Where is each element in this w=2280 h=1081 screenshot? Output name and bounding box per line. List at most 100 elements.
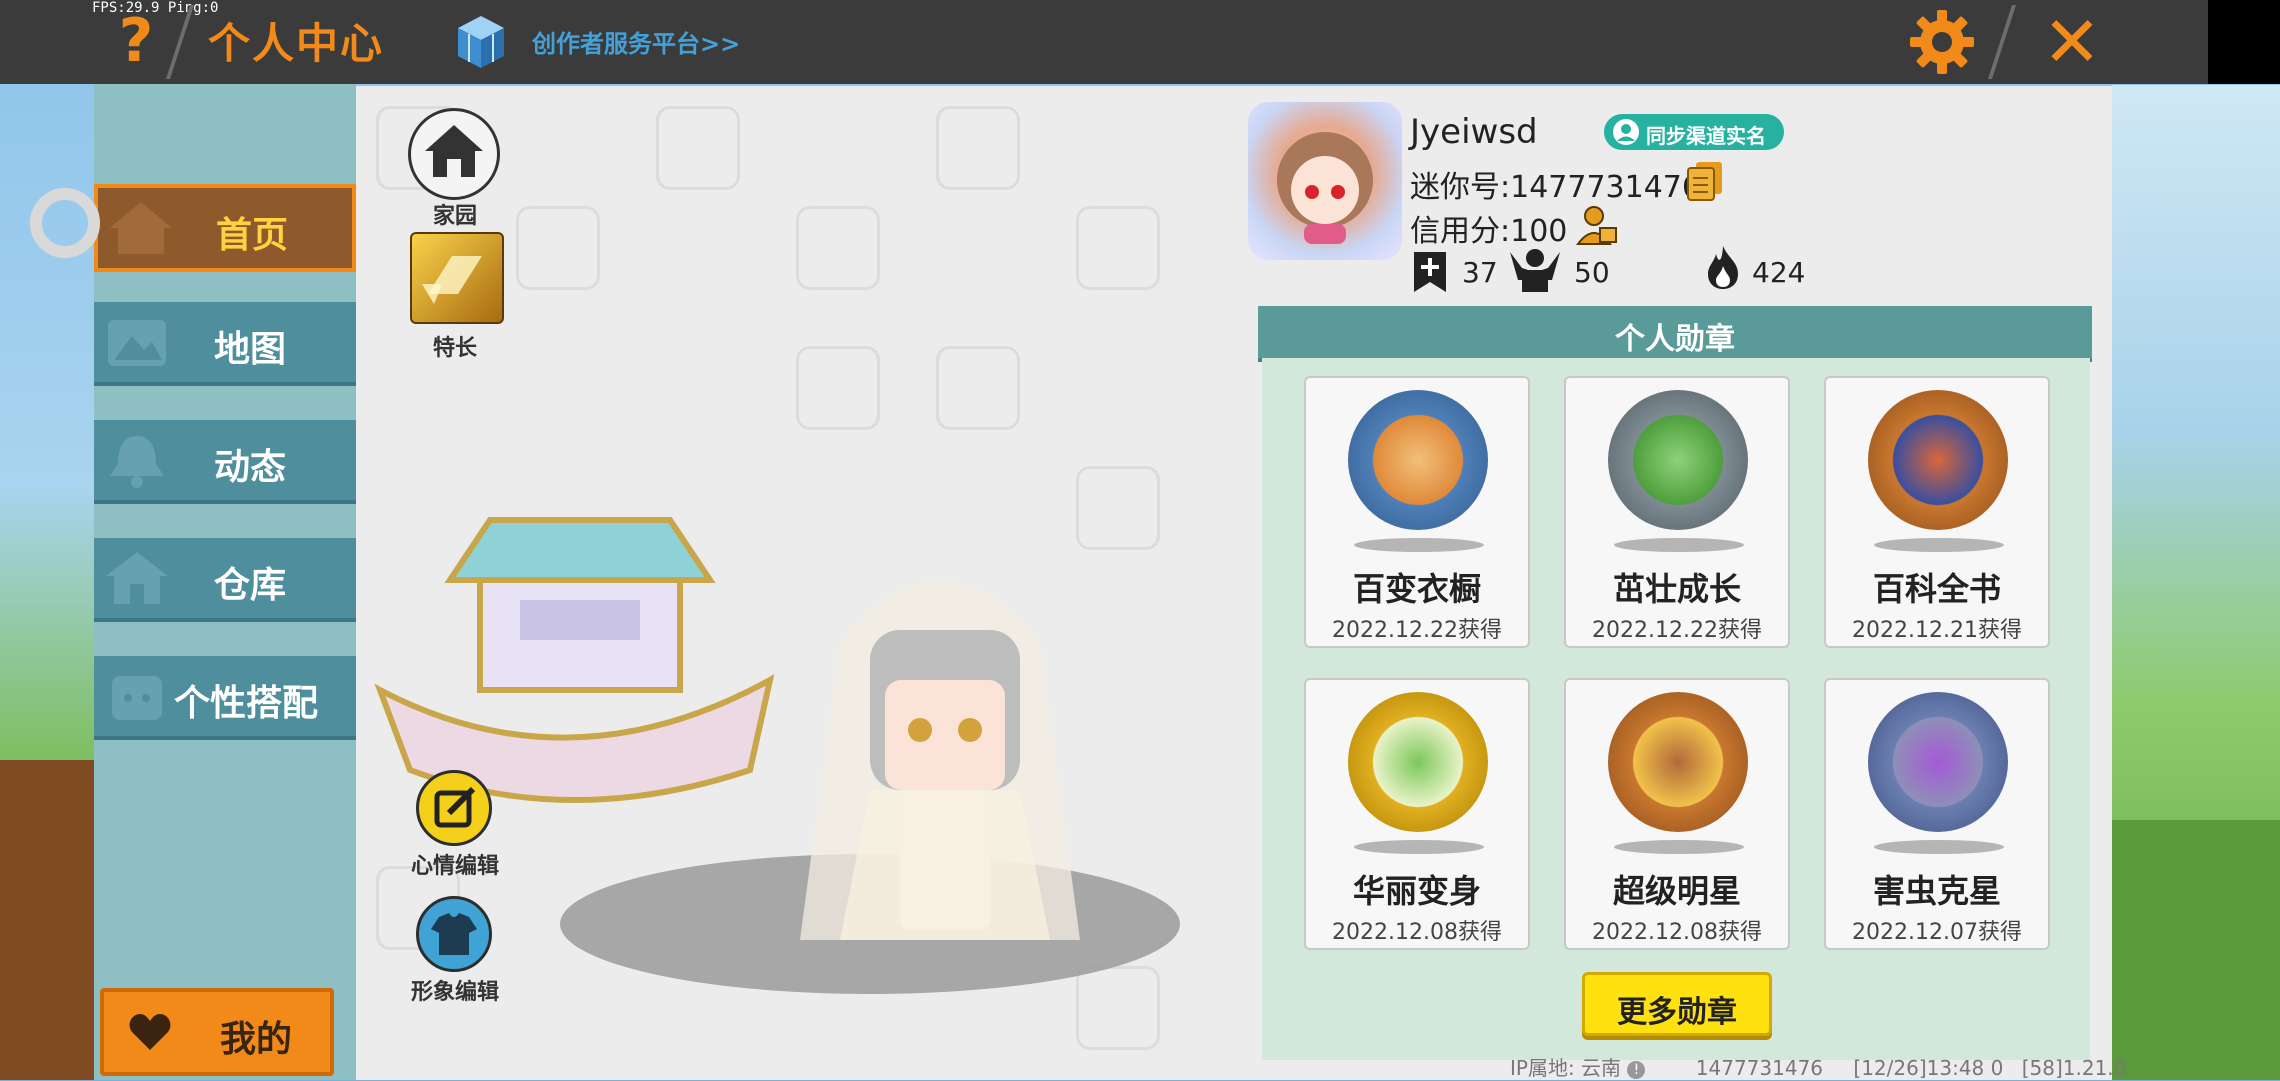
footer-id: 1477731476 <box>1695 1056 1824 1080</box>
shirt-icon <box>431 913 477 955</box>
boat-pavilion-mount <box>374 517 775 803</box>
specialty-button[interactable] <box>410 232 504 324</box>
footer-time: [12/26]13:48 0 <box>1853 1056 2004 1080</box>
badge-name: 害虫克星 <box>1872 872 2001 910</box>
sidebar-item-label: 动态 <box>214 447 287 488</box>
sidebar-item-label: 个性搭配 <box>174 683 319 724</box>
user-check-icon <box>1613 119 1639 145</box>
creator-platform-link[interactable]: 创作者服务平台>> <box>532 24 740 59</box>
info-icon[interactable]: ! <box>1627 1060 1646 1079</box>
medal-shadow <box>1614 840 1744 854</box>
bg-pattern-tile <box>1076 206 1160 290</box>
bookmark-icon <box>1414 252 1446 292</box>
sidebar-item-warehouse[interactable]: 仓库 <box>94 538 356 622</box>
avatar-portrait <box>1277 132 1373 244</box>
house-icon <box>106 552 168 604</box>
bg-pattern-tile <box>516 206 600 290</box>
badge-date: 2022.12.22获得 <box>1592 618 1762 643</box>
heat-count: 424 <box>1752 256 1806 289</box>
badge-name: 超级明星 <box>1612 872 1741 910</box>
credit-score: 信用分:100 <box>1410 214 1568 249</box>
creator-cube-icon[interactable] <box>456 14 506 70</box>
mood-edit-button[interactable] <box>416 770 492 846</box>
avatar-icon <box>112 676 162 720</box>
ip-location: IP属地: 云南 <box>1510 1056 1622 1080</box>
help-button[interactable]: ? <box>112 6 160 76</box>
edit-icon <box>434 786 476 828</box>
encyclopedia-badge-icon <box>1868 390 2008 530</box>
badge-date: 2022.12.08获得 <box>1592 920 1762 945</box>
username: Jyeiwsd <box>1410 112 1538 152</box>
transformation-badge-icon <box>1348 692 1488 832</box>
bg-pattern-tile <box>936 106 1020 190</box>
badge-card[interactable]: 华丽变身 2022.12.08获得 <box>1304 678 1530 950</box>
home-icon <box>110 202 172 254</box>
bg-pattern-tile <box>936 346 1020 430</box>
close-button[interactable]: ✕ <box>2036 6 2108 78</box>
specialty-label: 特长 <box>432 336 477 361</box>
footer-version: [58]1.21.0 <box>2021 1056 2127 1080</box>
bg-pattern-tile <box>796 206 880 290</box>
bookmark-count: 37 <box>1462 256 1498 289</box>
sidebar-item-label: 地图 <box>214 329 287 370</box>
badge-card[interactable]: 害虫克星 2022.12.07获得 <box>1824 678 2050 950</box>
fans-icon <box>1510 249 1560 292</box>
more-badges-label: 更多勋章 <box>1617 995 1737 1030</box>
background-grass <box>2112 820 2280 1080</box>
pest-buster-badge-icon <box>1868 692 2008 832</box>
sidebar-item-home[interactable]: 首页 <box>94 184 356 272</box>
home-icon <box>425 125 483 177</box>
badge-card[interactable]: 百科全书 2022.12.21获得 <box>1824 376 2050 648</box>
wardrobe-badge-icon <box>1348 390 1488 530</box>
badge-name: 百科全书 <box>1872 570 2001 608</box>
sidebar-item-mine[interactable]: 我的 <box>100 988 334 1076</box>
flame-icon <box>1708 246 1738 289</box>
bell-icon <box>110 436 164 488</box>
badge-card[interactable]: 茁壮成长 2022.12.22获得 <box>1564 376 1790 648</box>
bg-pattern-tile <box>796 346 880 430</box>
appearance-edit-button[interactable] <box>416 896 492 972</box>
mini-id: 迷你号:1477731476 <box>1410 170 1701 205</box>
sync-realname-label: 同步渠道实名 <box>1646 124 1766 148</box>
map-icon <box>108 320 166 366</box>
person-icon[interactable] <box>1576 204 1618 248</box>
sidebar-item-style[interactable]: 个性搭配 <box>94 656 356 740</box>
sidebar-item-label: 仓库 <box>214 565 287 606</box>
fans-count: 50 <box>1574 256 1610 289</box>
superstar-badge-icon <box>1608 692 1748 832</box>
appearance-edit-label: 形象编辑 <box>410 980 499 1005</box>
badges-title: 个人勋章 <box>1615 322 1735 357</box>
growth-badge-icon <box>1608 390 1748 530</box>
heart-icon <box>129 1014 171 1050</box>
floating-ring-button[interactable] <box>30 188 100 258</box>
page-title: 个人中心 <box>208 19 385 68</box>
badges-header: 个人勋章 <box>1258 306 2092 362</box>
mood-edit-label: 心情编辑 <box>410 854 499 879</box>
medal-shadow <box>1874 538 2004 552</box>
avatar[interactable] <box>1248 102 1402 260</box>
badge-card[interactable]: 超级明星 2022.12.08获得 <box>1564 678 1790 950</box>
badge-date: 2022.12.08获得 <box>1332 920 1502 945</box>
homeland-button[interactable] <box>408 108 500 200</box>
background-block <box>0 760 94 1080</box>
badge-card[interactable]: 百变衣橱 2022.12.22获得 <box>1304 376 1530 648</box>
medal-shadow <box>1354 840 1484 854</box>
badge-name: 百变衣橱 <box>1352 570 1481 608</box>
bg-pattern-tile <box>656 106 740 190</box>
player-character <box>800 580 1080 940</box>
copy-icon[interactable] <box>1686 160 1724 202</box>
badge-date: 2022.12.21获得 <box>1852 618 2022 643</box>
bg-pattern-tile <box>1076 966 1160 1050</box>
sidebar-item-label: 首页 <box>216 215 289 256</box>
specialty-icon <box>422 256 482 304</box>
badge-name: 华丽变身 <box>1352 872 1481 910</box>
more-badges-button[interactable]: 更多勋章 <box>1582 972 1772 1036</box>
badge-name: 茁壮成长 <box>1612 570 1741 608</box>
homeland-label: 家园 <box>432 204 477 229</box>
sync-realname-button[interactable]: 同步渠道实名 <box>1604 114 1784 150</box>
sidebar-item-feed[interactable]: 动态 <box>94 420 356 504</box>
top-bar-edge <box>2208 0 2280 84</box>
footer-info: IP属地: 云南 ! 1477731476 [12/26]13:48 0 [58… <box>1510 1052 2126 1081</box>
sidebar-item-map[interactable]: 地图 <box>94 302 356 386</box>
settings-gear-icon[interactable] <box>1908 8 1976 76</box>
